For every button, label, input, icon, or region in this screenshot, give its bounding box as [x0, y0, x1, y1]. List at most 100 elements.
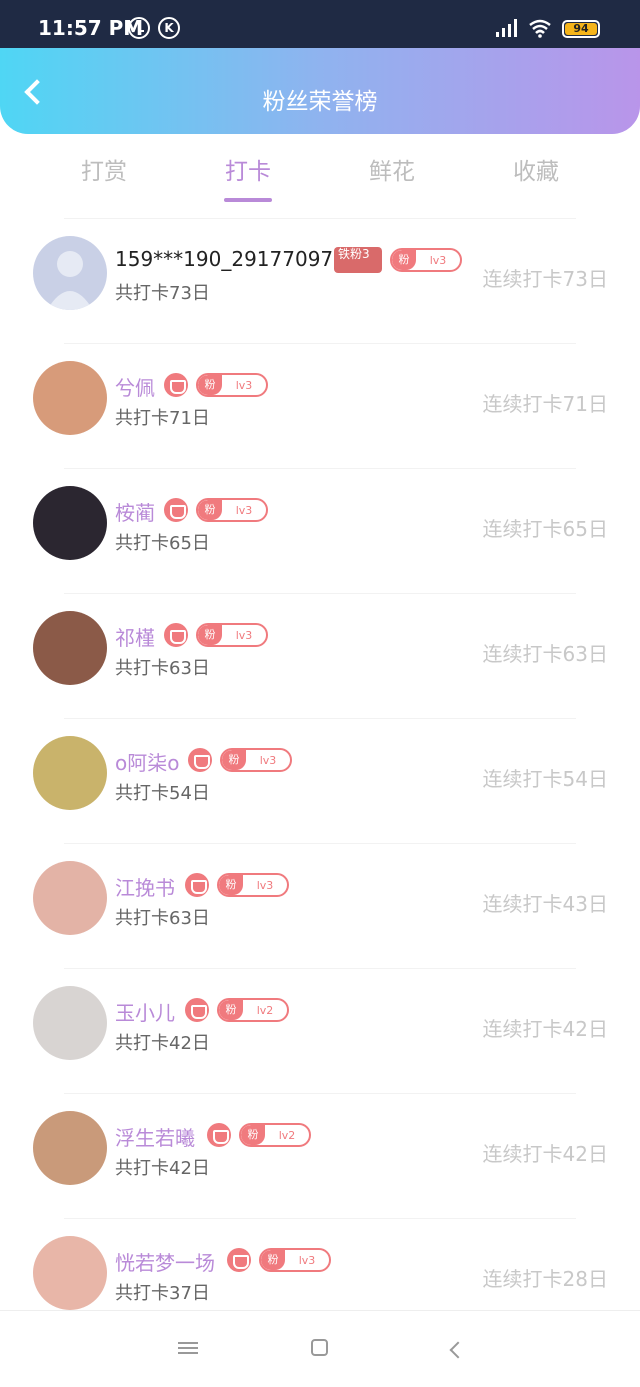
tab-label: 打赏	[81, 159, 127, 185]
avatar[interactable]	[33, 236, 107, 310]
badge-group: 粉 lv3	[185, 872, 289, 898]
tab-underline	[224, 198, 272, 202]
fan-level: lv3	[235, 628, 253, 642]
home-icon[interactable]	[311, 1339, 328, 1356]
tab-tipping[interactable]: 打赏	[44, 152, 164, 186]
tab-bar: 打赏 打卡 鲜花 收藏	[0, 134, 640, 214]
fan-level-badge: 粉 lv3	[220, 748, 292, 772]
badge-group: 粉 lv3	[227, 1247, 331, 1273]
fan-level-badge: 粉 lv3	[390, 248, 462, 272]
total-checkins: 共打卡37日	[115, 1283, 210, 1304]
user-name: 159***190_291770970	[115, 247, 346, 271]
tab-flowers[interactable]: 鲜花	[332, 152, 452, 186]
fan-level: lv3	[259, 753, 277, 767]
diamond-icon	[185, 998, 209, 1022]
fan-level: lv3	[429, 253, 447, 267]
back-icon[interactable]	[448, 1339, 468, 1359]
tab-favorites[interactable]: 收藏	[476, 152, 596, 186]
menu-icon[interactable]	[178, 1339, 198, 1359]
user-name: 兮佩	[115, 376, 155, 400]
avatar[interactable]	[33, 1236, 107, 1310]
avatar[interactable]	[33, 861, 107, 935]
badge-group: 粉 lv2	[185, 997, 289, 1023]
total-checkins: 共打卡73日	[115, 283, 210, 304]
user-name: 浮生若曦	[115, 1126, 195, 1150]
fan-label: 粉	[261, 1250, 285, 1270]
fan-level: lv3	[235, 503, 253, 517]
badge-group: 粉 lv3	[164, 497, 268, 523]
header-bar: 粉丝荣誉榜	[0, 48, 640, 134]
diamond-icon	[185, 873, 209, 897]
fan-level-badge: 粉 lv2	[239, 1123, 311, 1147]
avatar[interactable]	[33, 736, 107, 810]
fan-level-badge: 粉 lv3	[196, 623, 268, 647]
k-app-icon: K	[158, 17, 180, 39]
list-item[interactable]: 玉小儿 粉 lv2 共打卡42日 连续打卡42日	[33, 968, 608, 1093]
avatar[interactable]	[33, 361, 107, 435]
page-title: 粉丝荣誉榜	[262, 89, 378, 115]
alarm-icon	[128, 17, 150, 39]
diamond-icon	[207, 1123, 231, 1147]
fan-label: 粉	[198, 625, 222, 645]
fan-label: 粉	[198, 375, 222, 395]
user-name: 桉蔺	[115, 501, 155, 525]
total-checkins: 共打卡65日	[115, 533, 210, 554]
list-item[interactable]: 159***190_291770970 铁粉3 粉 lv3 共打卡73日 连续打…	[33, 218, 608, 343]
ranking-list: 159***190_291770970 铁粉3 粉 lv3 共打卡73日 连续打…	[0, 218, 640, 1343]
battery-icon: 94	[562, 20, 600, 38]
user-name: 江挽书	[115, 876, 175, 900]
list-item[interactable]: o阿柒o 粉 lv3 共打卡54日 连续打卡54日	[33, 718, 608, 843]
streak-checkins: 连续打卡71日	[482, 392, 608, 416]
list-item[interactable]: 祁槿 粉 lv3 共打卡63日 连续打卡63日	[33, 593, 608, 718]
avatar[interactable]	[33, 611, 107, 685]
badge-group: 粉 lv3	[188, 747, 292, 773]
streak-checkins: 连续打卡54日	[482, 767, 608, 791]
diamond-icon	[227, 1248, 251, 1272]
wifi-icon	[529, 19, 551, 38]
diamond-icon	[188, 748, 212, 772]
user-name: 玉小儿	[115, 1001, 175, 1025]
fan-level-badge: 粉 lv3	[259, 1248, 331, 1272]
streak-checkins: 连续打卡63日	[482, 642, 608, 666]
fan-level-badge: 粉 lv3	[217, 873, 289, 897]
streak-checkins: 连续打卡28日	[482, 1267, 608, 1291]
tab-label: 打卡	[225, 159, 271, 185]
total-checkins: 共打卡54日	[115, 783, 210, 804]
fan-label: 粉	[222, 750, 246, 770]
badge-group: 粉 lv2	[207, 1122, 311, 1148]
total-checkins: 共打卡63日	[115, 658, 210, 679]
streak-checkins: 连续打卡73日	[482, 267, 608, 291]
streak-checkins: 连续打卡65日	[482, 517, 608, 541]
fan-level-badge: 粉 lv3	[196, 498, 268, 522]
avatar[interactable]	[33, 986, 107, 1060]
fan-level: lv3	[256, 878, 274, 892]
fan-label: 粉	[392, 250, 416, 270]
user-name: o阿柒o	[115, 751, 180, 775]
fan-level: lv3	[298, 1253, 316, 1267]
fan-level-badge: 粉 lv3	[196, 373, 268, 397]
diamond-icon	[164, 373, 188, 397]
list-item[interactable]: 桉蔺 粉 lv3 共打卡65日 连续打卡65日	[33, 468, 608, 593]
avatar[interactable]	[33, 486, 107, 560]
signal-icon	[496, 19, 517, 37]
fan-level-badge: 粉 lv2	[217, 998, 289, 1022]
list-item[interactable]: 浮生若曦 粉 lv2 共打卡42日 连续打卡42日	[33, 1093, 608, 1218]
list-item[interactable]: 兮佩 粉 lv3 共打卡71日 连续打卡71日	[33, 343, 608, 468]
tab-checkin[interactable]: 打卡	[188, 152, 308, 202]
badge-group: 粉 lv3	[164, 372, 268, 398]
badge-group: 铁粉3 粉 lv3	[334, 247, 462, 273]
fan-label: 粉	[241, 1125, 265, 1145]
total-checkins: 共打卡42日	[115, 1158, 210, 1179]
streak-checkins: 连续打卡42日	[482, 1017, 608, 1041]
fan-level: lv2	[256, 1003, 274, 1017]
list-item[interactable]: 江挽书 粉 lv3 共打卡63日 连续打卡43日	[33, 843, 608, 968]
fan-level: lv2	[278, 1128, 296, 1142]
streak-checkins: 连续打卡43日	[482, 892, 608, 916]
total-checkins: 共打卡63日	[115, 908, 210, 929]
battery-level: 94	[565, 23, 597, 35]
total-checkins: 共打卡42日	[115, 1033, 210, 1054]
avatar[interactable]	[33, 1111, 107, 1185]
system-nav-bar	[0, 1310, 640, 1387]
user-name: 恍若梦一场	[115, 1251, 215, 1275]
tab-label: 鲜花	[369, 159, 415, 185]
